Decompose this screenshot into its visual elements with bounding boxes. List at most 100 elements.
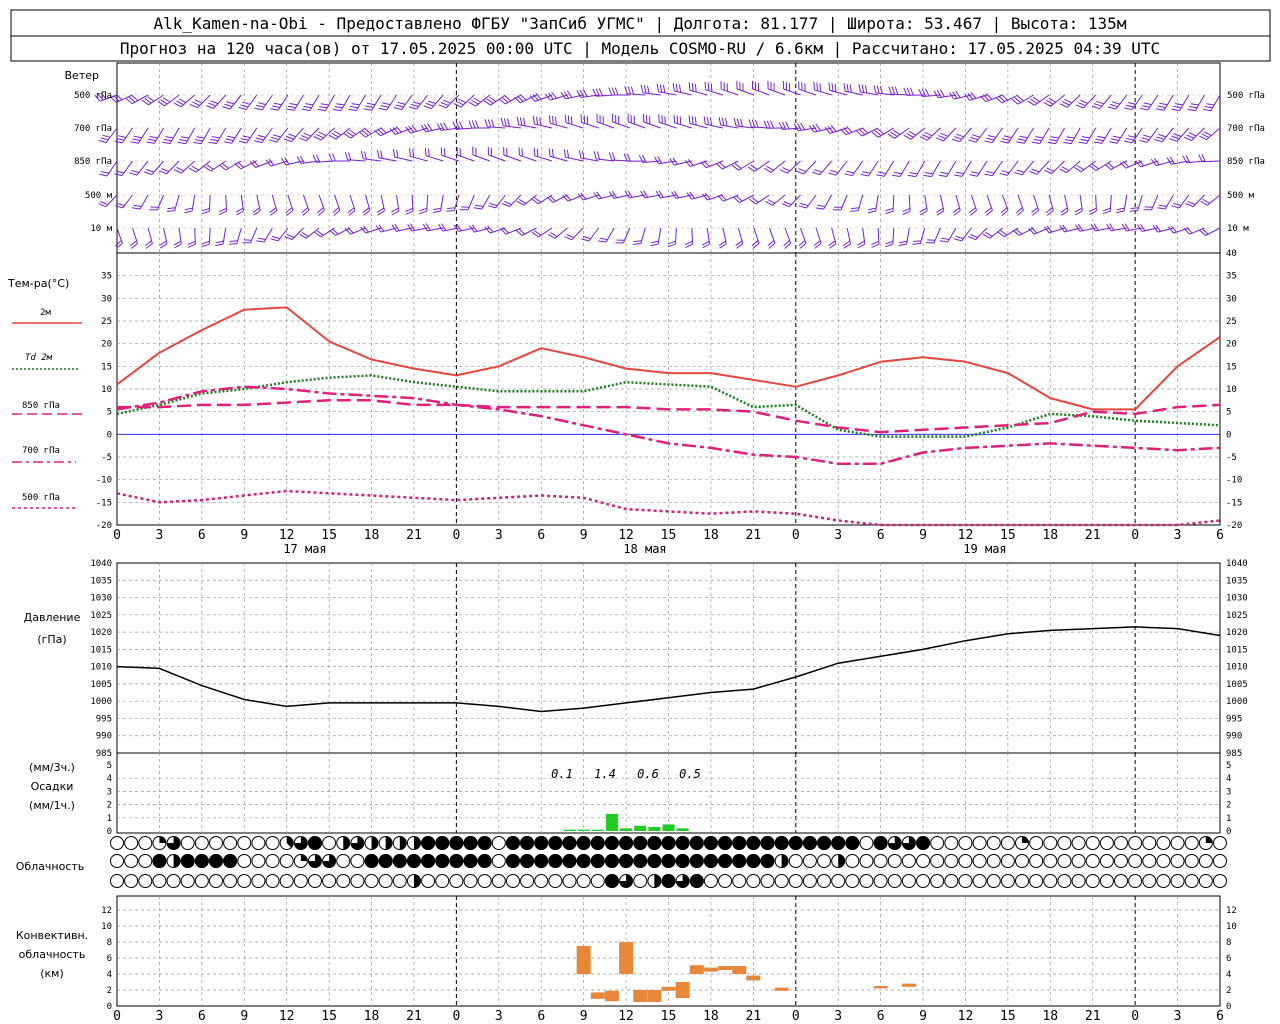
header: Alk_Kamen-na-Obi - Предоставлено ФГБУ "З… bbox=[10, 9, 1271, 62]
wind-barb bbox=[564, 114, 584, 129]
wind-barb bbox=[408, 94, 429, 110]
cloud-circle bbox=[1071, 874, 1086, 888]
x-tick-bottom: 0 bbox=[113, 1009, 121, 1024]
cloud-circle bbox=[152, 874, 167, 888]
wind-barb bbox=[347, 194, 356, 216]
wind-barb bbox=[860, 160, 879, 177]
x-tick-temp: 9 bbox=[580, 528, 588, 543]
precip-bar bbox=[605, 813, 618, 831]
pressure-ytick-left: 1035 bbox=[90, 576, 112, 586]
wind-barb bbox=[215, 227, 227, 247]
cloud-circle-full bbox=[675, 836, 690, 850]
wind-barb bbox=[484, 225, 506, 234]
wind-barb bbox=[598, 227, 615, 243]
cloud-circle bbox=[1128, 836, 1143, 850]
cloud-circle bbox=[1057, 874, 1072, 888]
cloud-circle-full bbox=[477, 836, 492, 850]
cloud-circle-full bbox=[661, 874, 676, 888]
temp-legend: Тем-ра(°С) 2м Td 2м 850 гПа 700 гПа 500 … bbox=[7, 277, 82, 509]
wind-barb bbox=[1000, 127, 1019, 144]
precip-bars bbox=[563, 813, 689, 831]
wind-barb bbox=[208, 127, 227, 144]
wind-barb bbox=[487, 146, 506, 162]
cloud-circle-full bbox=[619, 854, 634, 868]
wind-barb bbox=[1185, 194, 1205, 208]
cloud-circle bbox=[251, 874, 266, 888]
wind-barb bbox=[751, 80, 770, 96]
pressure-ytick-left: 995 bbox=[96, 714, 112, 724]
precip-ytick-left: 1 bbox=[107, 814, 112, 824]
cloud-circle-full bbox=[619, 836, 634, 850]
wind-barb bbox=[391, 194, 400, 216]
wind-barb bbox=[813, 227, 822, 249]
wind-barb bbox=[502, 194, 522, 208]
cloud-circle-full bbox=[194, 854, 209, 868]
conv-ytick-right: 0 bbox=[1226, 1002, 1231, 1012]
wind-level-500m: 500 м bbox=[85, 191, 113, 201]
cloud-circle-full bbox=[689, 836, 704, 850]
wind-barb bbox=[409, 148, 428, 162]
cloud-circle bbox=[124, 874, 139, 888]
conv-ytick-left: 8 bbox=[107, 938, 112, 948]
cloud-circle bbox=[972, 874, 987, 888]
x-tick-bottom: 3 bbox=[495, 1009, 503, 1024]
wind-level-700hpa-right: 700 гПа bbox=[1227, 124, 1265, 134]
cloud-circle-full bbox=[718, 836, 733, 850]
wind-barb bbox=[643, 113, 661, 129]
cloud-circle-part bbox=[1205, 836, 1213, 843]
wind-barb bbox=[984, 127, 1003, 144]
wind-barb bbox=[1116, 194, 1128, 214]
wind-barb bbox=[1074, 194, 1083, 216]
cloud-circle bbox=[491, 874, 506, 888]
wind-barb bbox=[500, 226, 522, 235]
wind-barb bbox=[684, 227, 694, 248]
wind-barb bbox=[1016, 194, 1024, 216]
cloud-circle bbox=[958, 854, 973, 868]
cloud-circle bbox=[1184, 836, 1199, 850]
cloud-circle-full bbox=[520, 836, 535, 850]
x-tick-bottom: 18 bbox=[1042, 1009, 1058, 1024]
precip-title: Осадки bbox=[31, 780, 74, 793]
wind-barb bbox=[832, 194, 848, 211]
x-tick-temp: 0 bbox=[1131, 528, 1139, 543]
x-tick-bottom: 12 bbox=[279, 1009, 295, 1024]
cloud-circle bbox=[802, 854, 817, 868]
temp-ytick-right: -10 bbox=[1226, 476, 1242, 486]
cloud-circle bbox=[1128, 854, 1143, 868]
pressure-ytick-right: 1035 bbox=[1226, 576, 1248, 586]
wind-barb bbox=[798, 227, 807, 249]
wind-barb bbox=[238, 94, 258, 110]
pressure-ytick-left: 1020 bbox=[90, 628, 112, 638]
x-tick-bottom: 6 bbox=[877, 1009, 885, 1024]
conv-ytick-right: 8 bbox=[1226, 938, 1231, 948]
cloud-circle-full bbox=[406, 854, 421, 868]
cloud-circle bbox=[944, 854, 959, 868]
cloud-circle-part bbox=[413, 836, 421, 850]
wind-barb bbox=[871, 227, 880, 248]
x-tick-bottom: 6 bbox=[1216, 1009, 1224, 1024]
wind-barb bbox=[1154, 127, 1174, 143]
cloud-circle bbox=[1000, 854, 1015, 868]
wind-barb bbox=[984, 194, 993, 216]
precip-bar bbox=[577, 829, 590, 831]
convective-title-3: (км) bbox=[40, 967, 64, 980]
x-tick-temp: 3 bbox=[834, 528, 842, 543]
header-title: Alk_Kamen-na-Obi - Предоставлено ФГБУ "З… bbox=[154, 14, 1127, 33]
wind-barb bbox=[1183, 226, 1205, 235]
pressure-ytick-right: 1025 bbox=[1226, 611, 1248, 621]
cloud-circle-part bbox=[371, 836, 379, 850]
wind-barb bbox=[939, 227, 957, 243]
pressure-ytick-right: 990 bbox=[1226, 732, 1242, 742]
x-tick-bottom: 12 bbox=[958, 1009, 974, 1024]
wind-barb bbox=[718, 227, 727, 249]
precip-ytick-right: 4 bbox=[1226, 774, 1231, 784]
x-tick-bottom: 18 bbox=[364, 1009, 380, 1024]
cloud-circle-part bbox=[399, 836, 407, 850]
pressure-unit: (гПа) bbox=[37, 633, 66, 646]
legend-td2m-label: Td 2м bbox=[25, 353, 53, 363]
wind-barb bbox=[782, 80, 801, 96]
wind-barb bbox=[902, 194, 911, 215]
wind-barb bbox=[419, 194, 429, 215]
x-tick-bottom: 9 bbox=[919, 1009, 927, 1024]
cloud-circle-full bbox=[788, 836, 803, 850]
